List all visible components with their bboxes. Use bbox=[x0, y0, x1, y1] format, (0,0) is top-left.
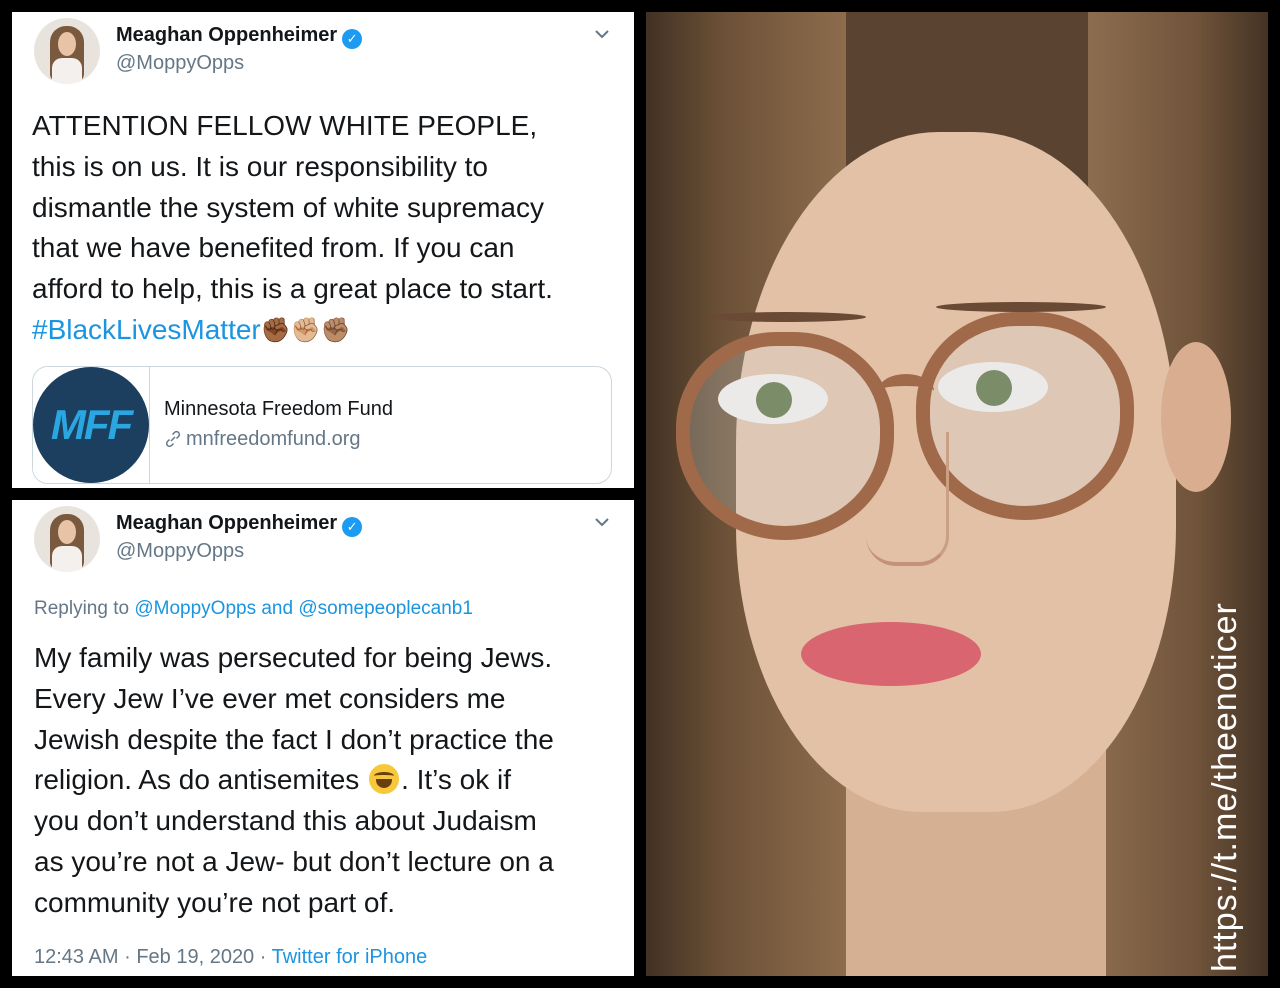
mention-link[interactable]: @MoppyOpps bbox=[134, 598, 256, 619]
avatar-face bbox=[58, 520, 76, 544]
tweet-text: ATTENTION FELLOW WHITE PEOPLE, this is o… bbox=[32, 106, 622, 352]
card-title: Minnesota Freedom Fund bbox=[164, 398, 394, 420]
replying-to: Replying to @MoppyOpps and @somepeopleca… bbox=[34, 598, 473, 620]
author-name-text[interactable]: Meaghan Oppenheimer bbox=[116, 512, 337, 534]
tweet-card-2: Meaghan Oppenheimer ✓ @MoppyOpps Replying… bbox=[12, 500, 634, 976]
watermark-text: https://t.me/theenoticer bbox=[1206, 602, 1244, 972]
card-url-text: mnfreedomfund.org bbox=[186, 428, 361, 450]
link-icon bbox=[165, 430, 181, 448]
tweet-card-1: Meaghan Oppenheimer ✓ @MoppyOpps ATTENTIO… bbox=[12, 12, 634, 488]
glasses-lens-left bbox=[676, 332, 894, 540]
meta-separator: · bbox=[124, 946, 131, 968]
replying-and: and bbox=[261, 598, 294, 619]
card-url: mnfreedomfund.org bbox=[164, 428, 361, 451]
portrait-photo: https://t.me/theenoticer bbox=[646, 12, 1268, 976]
tweet-meta: 12:43 AM · Feb 19, 2020 · Twitter for iP… bbox=[34, 946, 427, 969]
tweet-time[interactable]: 12:43 AM bbox=[34, 946, 119, 968]
tweet-body: ATTENTION FELLOW WHITE PEOPLE, this is o… bbox=[32, 110, 553, 305]
photo-nose bbox=[866, 432, 949, 566]
avatar-face bbox=[58, 32, 76, 56]
photo-brow-right bbox=[936, 302, 1106, 312]
author-name[interactable]: Meaghan Oppenheimer ✓ bbox=[116, 24, 363, 49]
glasses-bridge bbox=[878, 374, 934, 408]
hashtag-link[interactable]: #BlackLivesMatter bbox=[32, 314, 261, 345]
meta-separator: · bbox=[259, 946, 267, 968]
card-logo-text: MFF bbox=[50, 401, 133, 448]
verified-badge-icon: ✓ bbox=[342, 517, 363, 537]
author-name[interactable]: Meaghan Oppenheimer ✓ bbox=[116, 512, 363, 537]
avatar[interactable] bbox=[34, 18, 100, 84]
author-name-text[interactable]: Meaghan Oppenheimer bbox=[116, 24, 337, 46]
photo-brow-left bbox=[706, 312, 866, 322]
mention-link[interactable]: @somepeoplecanb1 bbox=[298, 598, 473, 619]
chevron-down-icon[interactable] bbox=[592, 24, 612, 44]
verified-badge-icon: ✓ bbox=[342, 29, 363, 49]
replying-prefix: Replying to bbox=[34, 598, 130, 619]
link-preview-card[interactable]: MFF Minnesota Freedom Fund mnfreedomfund… bbox=[32, 366, 612, 484]
tweet-text: My family was persecuted for being Jews.… bbox=[34, 638, 624, 924]
photo-lips bbox=[801, 622, 981, 686]
raised-fists-emoji: ✊🏾✊🏼✊🏽 bbox=[260, 317, 351, 345]
author-handle[interactable]: @MoppyOpps bbox=[116, 540, 244, 563]
tweet-source-link[interactable]: Twitter for iPhone bbox=[272, 946, 428, 968]
avatar-body bbox=[52, 58, 82, 84]
avatar[interactable] bbox=[34, 506, 100, 572]
card-logo: MFF bbox=[33, 367, 150, 483]
tweet-date[interactable]: Feb 19, 2020 bbox=[136, 946, 254, 968]
author-handle[interactable]: @MoppyOpps bbox=[116, 52, 244, 75]
chevron-down-icon[interactable] bbox=[592, 512, 612, 532]
photo-ear bbox=[1161, 342, 1231, 492]
laughing-crying-emoji bbox=[369, 764, 400, 795]
avatar-body bbox=[52, 546, 82, 572]
